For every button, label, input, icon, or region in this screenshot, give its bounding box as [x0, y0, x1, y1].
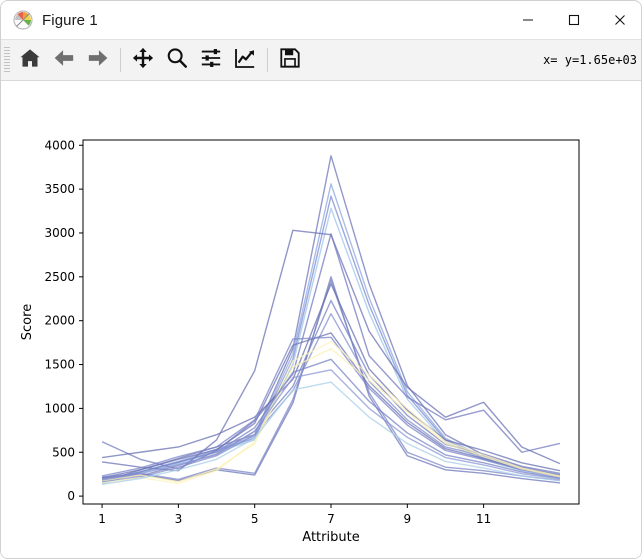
- y-tick-label: 4000: [44, 138, 75, 152]
- y-tick-label: 1000: [44, 401, 75, 415]
- y-tick-label: 0: [67, 489, 75, 503]
- forward-button[interactable]: [81, 43, 115, 77]
- y-tick-label: 500: [52, 445, 75, 459]
- x-tick-label: 3: [175, 512, 183, 526]
- home-button[interactable]: [13, 43, 47, 77]
- magnifier-icon: [166, 47, 188, 74]
- coordinate-readout: x= y=1.65e+03: [543, 53, 637, 67]
- sliders-icon: [200, 47, 222, 74]
- move-icon: [132, 47, 154, 74]
- floppy-disk-icon: [279, 47, 301, 74]
- y-tick-label: 3000: [44, 226, 75, 240]
- window-title: Figure 1: [42, 11, 98, 29]
- y-tick-label: 1500: [44, 358, 75, 372]
- y-tick-label: 2000: [44, 314, 75, 328]
- home-icon: [19, 47, 41, 74]
- arrow-left-icon: [53, 47, 75, 74]
- line-chart-icon: [234, 47, 256, 74]
- parallel-coordinates-plot: 1 3 5 7 9 11 0 500 1000 1500 2000 2500 3000 3500 4000…: [1, 82, 641, 558]
- arrow-right-icon: [87, 47, 109, 74]
- toolbar-separator-2: [267, 48, 268, 72]
- configure-subplots-button[interactable]: [194, 43, 228, 77]
- edit-axis-button[interactable]: [228, 43, 262, 77]
- y-tick-label: 2500: [44, 270, 75, 284]
- x-tick-label: 11: [476, 512, 491, 526]
- matplotlib-logo-icon: [13, 10, 33, 30]
- minimize-button[interactable]: [505, 1, 551, 39]
- navigation-toolbar: x= y=1.65e+03: [1, 39, 641, 81]
- title-bar: Figure 1: [1, 1, 641, 39]
- x-tick-label: 9: [403, 512, 411, 526]
- toolbar-separator-1: [120, 48, 121, 72]
- save-button[interactable]: [273, 43, 307, 77]
- toolbar-drag-handle[interactable]: [4, 47, 10, 73]
- figure-canvas[interactable]: 1 3 5 7 9 11 0 500 1000 1500 2000 2500 3000 3500 4000…: [1, 82, 641, 558]
- x-tick-label: 7: [327, 512, 335, 526]
- x-axis-label: Attribute: [302, 530, 359, 545]
- x-tick-label: 1: [98, 512, 106, 526]
- back-button[interactable]: [47, 43, 81, 77]
- zoom-button[interactable]: [160, 43, 194, 77]
- y-tick-label: 3500: [44, 182, 75, 196]
- window-controls: [505, 1, 641, 39]
- figure-window: Figure 1 x= y=1.65e+03 1 3 5 7 9 11 0 50…: [0, 0, 642, 559]
- pan-button[interactable]: [126, 43, 160, 77]
- x-tick-label: 5: [251, 512, 259, 526]
- maximize-button[interactable]: [551, 1, 597, 39]
- y-axis-label: Score: [20, 304, 35, 340]
- close-button[interactable]: [597, 1, 641, 39]
